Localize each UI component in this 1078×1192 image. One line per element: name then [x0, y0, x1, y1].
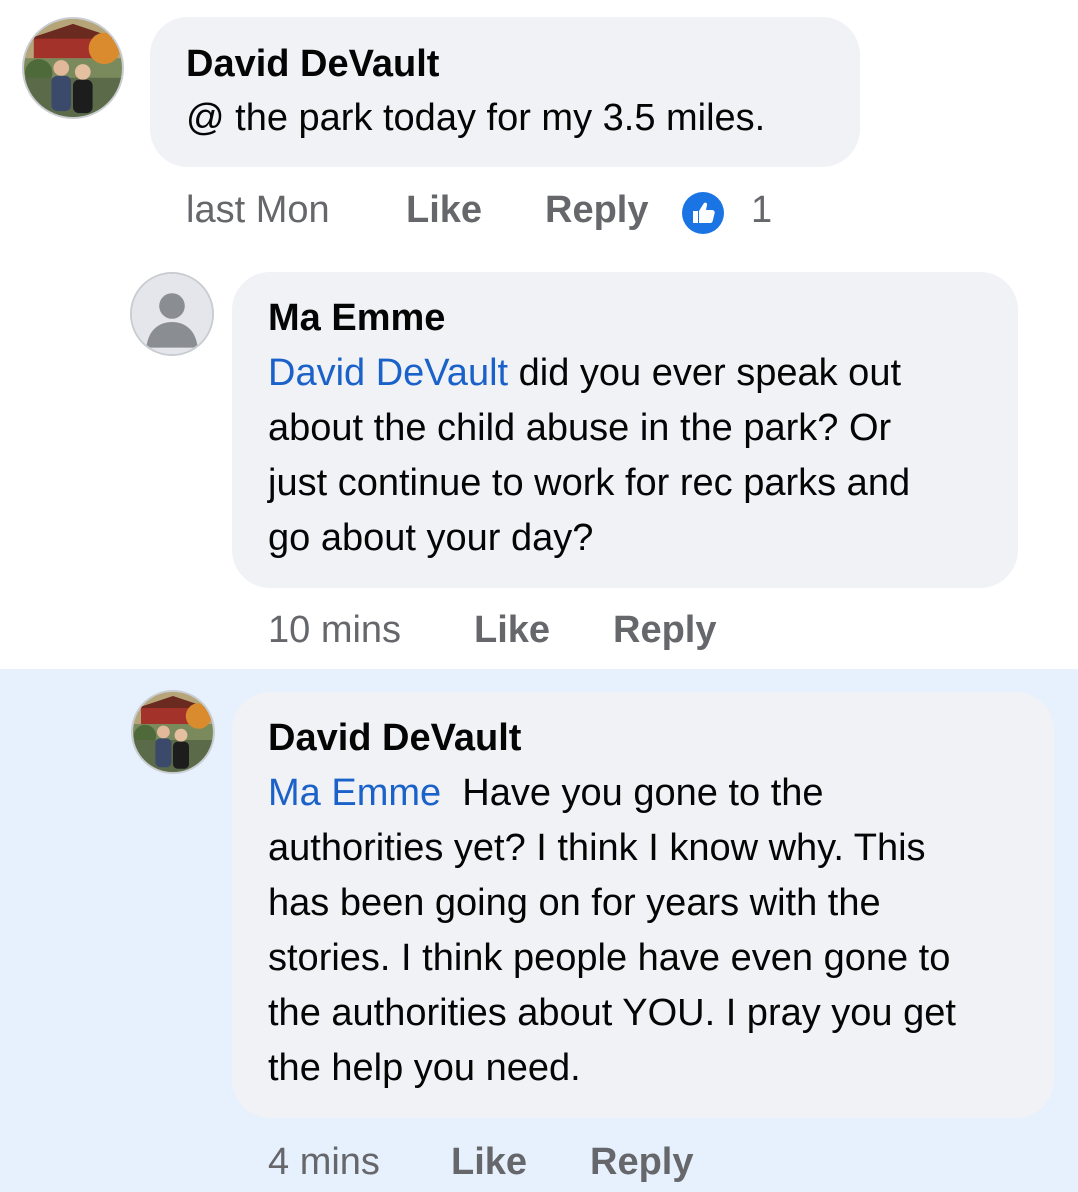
comment-actions: 10 mins Like Reply: [268, 608, 716, 652]
comment-text: Ma Emme Have you gone to the authorities…: [268, 766, 956, 1096]
default-person-icon: [132, 274, 212, 354]
reply-button[interactable]: Reply: [613, 608, 716, 652]
thumbs-up-icon[interactable]: [682, 192, 724, 234]
comment-text-line: Have you gone to the: [441, 772, 824, 814]
comment-timestamp[interactable]: last Mon: [186, 189, 330, 231]
comment-text-line: the authorities about YOU. I pray you ge…: [268, 992, 956, 1034]
reaction-count[interactable]: 1: [751, 188, 772, 232]
like-button[interactable]: Like: [451, 1140, 527, 1184]
photo-avatar-icon: [24, 19, 122, 117]
photo-avatar-icon: [133, 692, 213, 772]
mention-link[interactable]: David DeVault: [268, 352, 508, 394]
like-button[interactable]: Like: [406, 188, 482, 232]
comment-text: David DeVault did you ever speak out abo…: [268, 346, 910, 566]
comment-text-line: just continue to work for rec parks and: [268, 462, 911, 504]
reply-button[interactable]: Reply: [590, 1140, 693, 1184]
reply-button[interactable]: Reply: [545, 188, 648, 232]
comment-text-line: the help you need.: [268, 1047, 581, 1089]
avatar[interactable]: [22, 17, 124, 119]
comment-text-line: about the child abuse in the park? Or: [268, 407, 892, 449]
comment-text-line: did you ever speak out: [508, 352, 902, 394]
comment-text-line: has been going on for years with the: [268, 882, 881, 924]
comment-timestamp[interactable]: 4 mins: [268, 1141, 380, 1183]
comment-timestamp[interactable]: 10 mins: [268, 609, 401, 651]
comment-actions: last Mon Like Reply: [186, 188, 648, 232]
comment-actions: 4 mins Like Reply: [268, 1140, 693, 1184]
avatar[interactable]: [130, 272, 214, 356]
comment-author[interactable]: David DeVault: [186, 42, 439, 86]
comment-author[interactable]: Ma Emme: [268, 296, 445, 340]
comment-text-line: stories. I think people have even gone t…: [268, 937, 951, 979]
like-button[interactable]: Like: [474, 608, 550, 652]
comment-text-line: authorities yet? I think I know why. Thi…: [268, 827, 926, 869]
avatar[interactable]: [131, 690, 215, 774]
mention-link[interactable]: Ma Emme: [268, 772, 441, 814]
comment-text: @ the park today for my 3.5 miles.: [186, 97, 766, 139]
comment-text-line: go about your day?: [268, 517, 594, 559]
comment-author[interactable]: David DeVault: [268, 716, 521, 760]
